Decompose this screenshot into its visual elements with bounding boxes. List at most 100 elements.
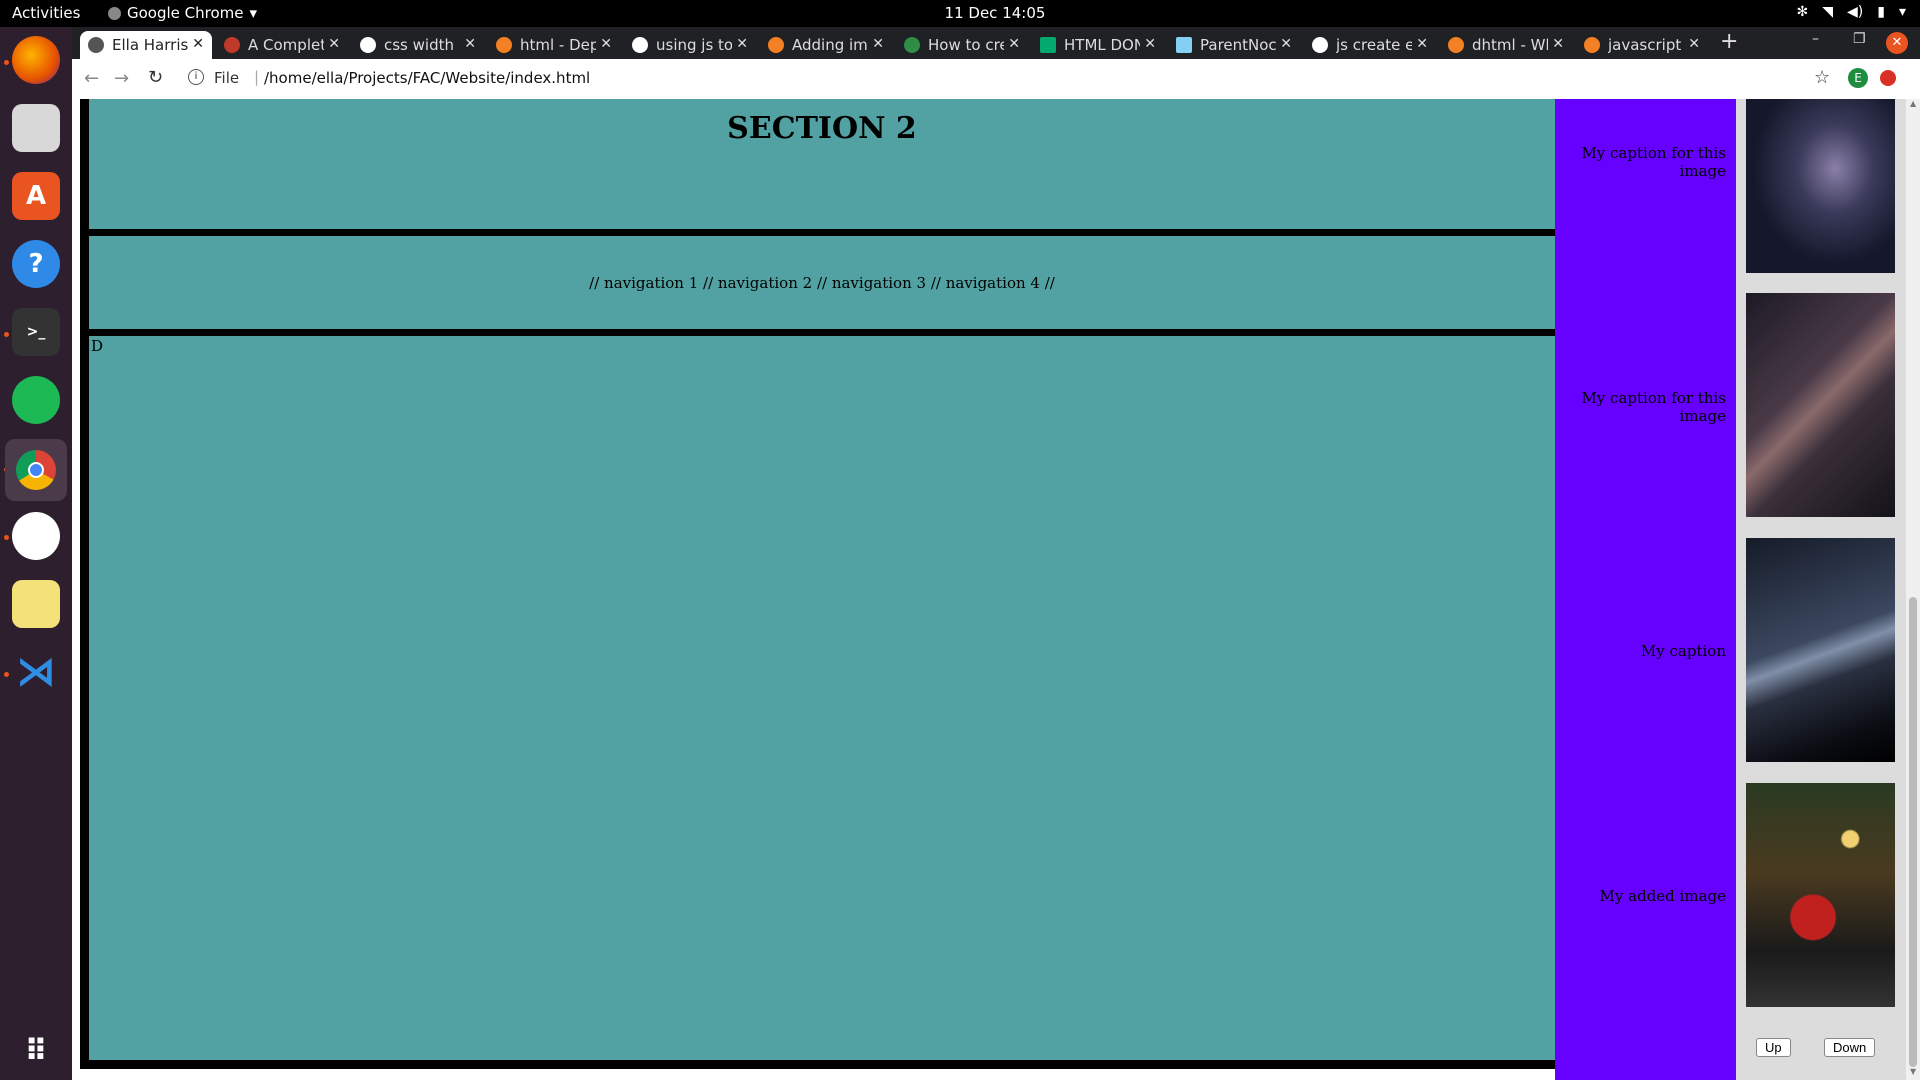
close-icon[interactable]: ✕ bbox=[1008, 36, 1020, 52]
image-caption: My added image bbox=[1599, 887, 1726, 905]
nav-links[interactable]: // navigation 1 // navigation 2 // navig… bbox=[89, 274, 1555, 292]
slack-icon[interactable] bbox=[12, 512, 60, 560]
notes-icon[interactable] bbox=[12, 580, 60, 628]
scrollbar[interactable]: ▲ ▼ bbox=[1906, 99, 1920, 1080]
tab[interactable]: How to cre ✕ bbox=[896, 31, 1028, 59]
vscode-icon[interactable]: ⋊ bbox=[12, 648, 60, 696]
tab-title: html - Dep bbox=[520, 36, 596, 54]
battery-icon: ▮ bbox=[1877, 4, 1885, 20]
stackoverflow-icon bbox=[768, 37, 784, 53]
extension-icon[interactable] bbox=[1880, 70, 1896, 86]
image-gallery: Up Down bbox=[1736, 99, 1906, 1080]
close-icon[interactable]: ✕ bbox=[1552, 36, 1564, 52]
caption-sidebar: My caption for this image My caption for… bbox=[1555, 99, 1736, 1080]
browser-toolbar: ← → ↻ i File | /home/ella/Projects/FAC/W… bbox=[72, 59, 1920, 100]
close-icon[interactable]: ✕ bbox=[1144, 36, 1156, 52]
section-2: SECTION 2 bbox=[89, 99, 1555, 229]
tab[interactable]: Ella Harris ✕ bbox=[80, 31, 212, 59]
omnibox[interactable]: i File | /home/ella/Projects/FAC/Website… bbox=[176, 63, 1876, 93]
milky-way-photo[interactable] bbox=[1746, 99, 1895, 273]
scroll-down-arrow[interactable]: ▼ bbox=[1910, 1067, 1916, 1076]
reload-button[interactable]: ↻ bbox=[148, 67, 163, 88]
google-icon bbox=[1312, 37, 1328, 53]
maximize-button[interactable]: ❐ bbox=[1853, 31, 1866, 47]
tab[interactable]: javascript ✕ bbox=[1576, 31, 1708, 59]
scheme-label: File bbox=[214, 69, 240, 87]
tab[interactable]: css width ✕ bbox=[352, 31, 484, 59]
close-icon[interactable]: ✕ bbox=[1416, 36, 1428, 52]
milky-way-photo[interactable] bbox=[1746, 293, 1895, 517]
tab[interactable]: js create el ✕ bbox=[1304, 31, 1436, 59]
section-title: SECTION 2 bbox=[727, 111, 917, 146]
wifi-icon: ◥ bbox=[1822, 4, 1834, 20]
chevron-down-icon: ▾ bbox=[1898, 4, 1906, 20]
tab[interactable]: A Complet ✕ bbox=[216, 31, 348, 59]
running-indicator bbox=[4, 60, 9, 65]
show-apps-icon[interactable]: ⠿ bbox=[12, 1027, 60, 1075]
up-button[interactable]: Up bbox=[1756, 1038, 1791, 1057]
mdn-icon bbox=[1176, 37, 1192, 53]
profile-avatar[interactable]: E bbox=[1848, 68, 1868, 88]
dock: A ? >_ ⋊ ⠿ bbox=[0, 27, 72, 1080]
google-icon bbox=[632, 37, 648, 53]
volume-icon: ◀) bbox=[1847, 4, 1864, 20]
tab-title: How to cre bbox=[928, 36, 1004, 54]
terminal-icon[interactable]: >_ bbox=[12, 308, 60, 356]
new-tab-button[interactable]: + bbox=[1720, 29, 1738, 54]
tab[interactable]: html - Dep ✕ bbox=[488, 31, 620, 59]
running-indicator bbox=[4, 672, 9, 677]
close-icon[interactable]: ✕ bbox=[1688, 36, 1700, 52]
google-icon bbox=[360, 37, 376, 53]
close-icon[interactable]: ✕ bbox=[872, 36, 884, 52]
tab-title: ParentNoc bbox=[1200, 36, 1276, 54]
image-caption: My caption for this image bbox=[1581, 389, 1726, 425]
tab[interactable]: HTML DON ✕ bbox=[1032, 31, 1164, 59]
close-icon[interactable]: ✕ bbox=[192, 36, 204, 52]
system-tray[interactable]: ✻ ◥ ◀) ▮ ▾ bbox=[1797, 4, 1907, 20]
tab-title: javascript bbox=[1608, 36, 1682, 54]
close-icon[interactable]: ✕ bbox=[1280, 36, 1292, 52]
clock[interactable]: 11 Dec 14:05 bbox=[0, 4, 1920, 22]
files-icon[interactable] bbox=[12, 104, 60, 152]
down-button[interactable]: Down bbox=[1824, 1038, 1876, 1057]
page-icon bbox=[88, 37, 104, 53]
stackoverflow-icon bbox=[1584, 37, 1600, 53]
tab[interactable]: Adding im ✕ bbox=[760, 31, 892, 59]
firefox-icon[interactable] bbox=[12, 36, 60, 84]
geeksforgeeks-icon bbox=[904, 37, 920, 53]
window-close-button[interactable]: ✕ bbox=[1886, 32, 1908, 54]
web-page: SECTION 2 // navigation 1 // navigation … bbox=[72, 99, 1920, 1080]
scrollbar-thumb[interactable] bbox=[1909, 597, 1917, 1067]
close-icon[interactable]: ✕ bbox=[600, 36, 612, 52]
spotify-icon[interactable] bbox=[12, 376, 60, 424]
help-icon[interactable]: ? bbox=[12, 240, 60, 288]
content-text: D bbox=[91, 337, 104, 355]
system-top-bar: Activities Google Chrome ▾ 11 Dec 14:05 … bbox=[0, 0, 1920, 27]
navigation-section: // navigation 1 // navigation 2 // navig… bbox=[89, 236, 1555, 329]
stackoverflow-icon bbox=[496, 37, 512, 53]
url-text[interactable]: /home/ella/Projects/FAC/Website/index.ht… bbox=[264, 69, 590, 87]
back-button[interactable]: ← bbox=[84, 68, 99, 89]
image-caption: My caption bbox=[1640, 642, 1726, 660]
tab-title: dhtml - Wh bbox=[1472, 36, 1548, 54]
tab-title: using js to bbox=[656, 36, 732, 54]
minimize-button[interactable]: – bbox=[1812, 31, 1819, 47]
tab-title: js create el bbox=[1336, 36, 1412, 54]
chrome-dock-icon[interactable] bbox=[5, 439, 67, 501]
tab[interactable]: dhtml - Wh ✕ bbox=[1440, 31, 1572, 59]
forward-button[interactable]: → bbox=[114, 68, 129, 89]
tab[interactable]: using js to ✕ bbox=[624, 31, 756, 59]
tab[interactable]: ParentNoc ✕ bbox=[1168, 31, 1300, 59]
tab-bar: Ella Harris ✕ A Complet ✕ css width ✕ ht… bbox=[72, 27, 1920, 59]
network-icon: ✻ bbox=[1796, 4, 1809, 20]
night-sky-photo[interactable] bbox=[1746, 538, 1895, 762]
bookmark-star-icon[interactable]: ☆ bbox=[1814, 67, 1830, 88]
info-icon[interactable]: i bbox=[188, 69, 204, 85]
close-icon[interactable]: ✕ bbox=[464, 36, 476, 52]
scroll-up-arrow[interactable]: ▲ bbox=[1910, 99, 1916, 108]
software-center-icon[interactable]: A bbox=[12, 172, 60, 220]
tab-title: HTML DON bbox=[1064, 36, 1140, 54]
close-icon[interactable]: ✕ bbox=[736, 36, 748, 52]
close-icon[interactable]: ✕ bbox=[328, 36, 340, 52]
christmas-mug-photo[interactable] bbox=[1746, 783, 1895, 1007]
